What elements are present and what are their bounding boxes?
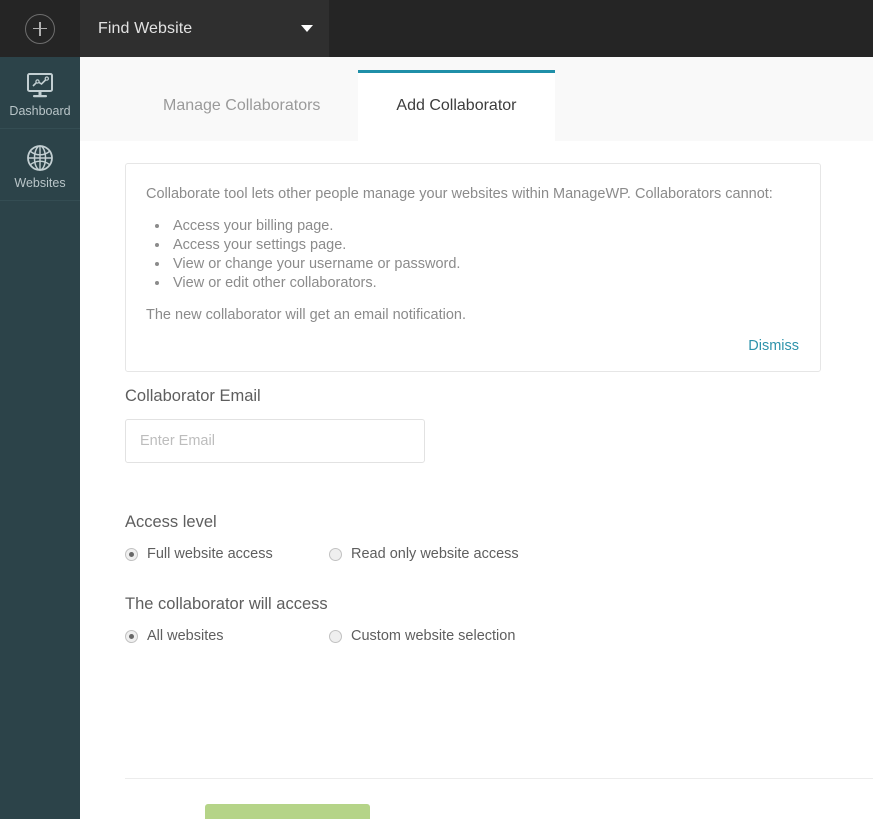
collaborator-email-input[interactable] [125,419,425,463]
sidebar-item-dashboard-label: Dashboard [9,104,70,118]
list-item: Access your billing page. [170,217,799,236]
radio-selected-icon [125,630,138,643]
info-notice: Collaborate tool lets other people manag… [125,163,821,372]
tab-add-collaborator-label: Add Collaborator [396,97,516,115]
sidebar: Dashboard Websites [0,57,80,819]
info-bullet-list: Access your billing page. Access your se… [170,217,799,293]
radio-all-websites[interactable]: All websites [125,628,329,644]
sidebar-item-websites[interactable]: Websites [0,129,80,201]
plus-circle-icon [25,14,55,44]
dashboard-monitor-icon [24,71,56,101]
add-collaborator-form: Collaborator Email Access level Full web… [125,387,873,644]
collaborator-scope-title: The collaborator will access [125,595,873,614]
top-bar-filler [329,0,873,57]
add-website-button[interactable] [0,0,80,57]
chevron-down-icon [301,25,313,32]
radio-unselected-icon [329,630,342,643]
radio-read-only-website-access[interactable]: Read only website access [329,546,519,562]
info-tail-text: The new collaborator will get an email n… [146,307,799,323]
tab-manage-collaborators-label: Manage Collaborators [163,97,320,115]
access-level-radio-group: Full website access Read only website ac… [125,546,873,562]
top-bar: Find Website [0,0,873,57]
list-item: View or change your username or password… [170,255,799,274]
radio-unselected-icon [329,548,342,561]
radio-selected-icon [125,548,138,561]
app-root: Find Website Dashboard [0,0,873,819]
dismiss-link[interactable]: Dismiss [748,338,799,354]
radio-full-website-access-label: Full website access [147,546,273,562]
sidebar-item-websites-label: Websites [14,176,65,190]
info-lead-text: Collaborate tool lets other people manag… [146,184,799,204]
tab-manage-collaborators[interactable]: Manage Collaborators [125,70,358,141]
tab-bar: Manage Collaborators Add Collaborator [80,57,873,141]
dismiss-row: Dismiss [146,337,799,355]
collaborator-scope-radio-group: All websites Custom website selection [125,628,873,644]
radio-all-websites-label: All websites [147,628,224,644]
globe-icon [25,143,55,173]
form-divider [125,778,873,779]
collaborator-email-label: Collaborator Email [125,387,873,406]
content-area: Manage Collaborators Add Collaborator Co… [80,57,873,819]
find-website-selector[interactable]: Find Website [80,0,329,57]
radio-read-only-website-access-label: Read only website access [351,546,519,562]
list-item: View or edit other collaborators. [170,274,799,293]
tab-add-collaborator[interactable]: Add Collaborator [358,70,554,141]
add-collaborator-button[interactable]: Add Collaborator [205,804,370,819]
radio-full-website-access[interactable]: Full website access [125,546,329,562]
find-website-label: Find Website [98,20,301,38]
list-item: Access your settings page. [170,236,799,255]
radio-custom-website-selection-label: Custom website selection [351,628,515,644]
radio-custom-website-selection[interactable]: Custom website selection [329,628,515,644]
access-level-title: Access level [125,513,873,532]
sidebar-item-dashboard[interactable]: Dashboard [0,57,80,129]
